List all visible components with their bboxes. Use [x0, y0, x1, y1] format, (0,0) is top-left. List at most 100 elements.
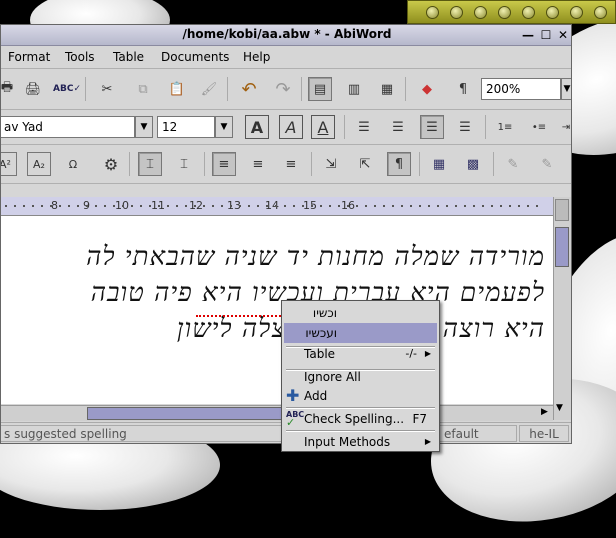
zoom-field[interactable]: 200% [481, 78, 561, 100]
player-rewind-button[interactable] [450, 6, 463, 19]
edit-footer-icon[interactable]: ✎ [535, 152, 559, 176]
menu-item-check-spelling[interactable]: ABC ✓ Check Spelling... F7 [284, 409, 437, 429]
columns-three-icon[interactable]: ▦ [375, 77, 399, 101]
redo-icon[interactable]: ↷ [271, 77, 295, 101]
align-left-icon[interactable]: ☰ [352, 115, 376, 139]
spellcheck-icon[interactable]: ABC✓ [53, 77, 81, 101]
menu-format[interactable]: Format [8, 50, 50, 64]
columns-icon[interactable]: ▥ [342, 77, 366, 101]
menu-documents[interactable]: Documents [161, 50, 229, 64]
show-formatting-icon[interactable]: ¶ [451, 77, 475, 101]
insert-symbol-icon[interactable]: Ω [61, 152, 85, 176]
ruler-tick [311, 205, 313, 207]
underline-icon[interactable]: A [311, 115, 335, 139]
ruler-tick [32, 205, 34, 207]
align-center-icon[interactable]: ☰ [386, 115, 410, 139]
horizontal-scrollbar[interactable]: ▶ [1, 405, 553, 421]
player-pause-button[interactable] [498, 6, 511, 19]
ruler-tick [320, 205, 322, 207]
font-name-field[interactable]: av Yad [1, 116, 135, 138]
ruler-tick [59, 205, 61, 207]
zoom-dropdown-icon[interactable]: ▼ [561, 78, 571, 100]
player-next-button[interactable] [570, 6, 583, 19]
normal-view-icon[interactable]: ▤ [308, 77, 332, 101]
ruler-tick [5, 205, 7, 207]
ruler-tick [149, 205, 151, 207]
ruler-tick [302, 205, 304, 207]
menu-item-ignore-all[interactable]: Ignore All [284, 367, 437, 387]
spelling-context-menu: וכשיו ועכשיו Table -/- ▶ Ignore All ✚ Ad… [281, 300, 440, 452]
undo-icon[interactable]: ↶ [237, 77, 261, 101]
player-forward-button[interactable] [546, 6, 559, 19]
align-right-icon[interactable]: ☰ [420, 115, 444, 139]
vertical-scroll-thumb[interactable] [555, 227, 569, 267]
vertical-scrollbar[interactable]: ▼ [553, 197, 571, 420]
bottom-margin-icon[interactable]: ⌶ [172, 152, 196, 176]
bullet-list-icon[interactable]: •≡ [527, 115, 551, 139]
ruler-tick [410, 205, 412, 207]
font-size-field[interactable]: 12 [157, 116, 215, 138]
bold-icon[interactable]: A [245, 115, 269, 139]
copy-icon[interactable]: ⧉ [131, 77, 155, 101]
double-spacing-icon[interactable]: ≡ [279, 152, 303, 176]
rtl-direction-icon[interactable]: ⇱ [353, 152, 377, 176]
ruler-tick [221, 205, 223, 207]
menu-tools[interactable]: Tools [65, 50, 95, 64]
horizontal-scroll-thumb[interactable] [87, 407, 287, 420]
ruler-tick [347, 205, 349, 207]
superscript-icon[interactable]: A² [1, 152, 17, 176]
extra-toolbar: A² A₂ Ω ⚙ ⌶ ⌶ ≡ ≡ ≡ ⇲ ⇱ ¶ ▦ ▩ ✎ ✎ [1, 145, 571, 184]
document-area[interactable]: מורידה שמלה מחנות יד שניה שהבאתי לה לפעמ… [1, 216, 553, 404]
menu-item-table[interactable]: Table -/- ▶ [284, 344, 437, 364]
indent-icon[interactable]: ⇥ [559, 115, 571, 139]
suggestion-item[interactable]: וכשיו [284, 303, 437, 323]
italic-icon[interactable]: A [279, 115, 303, 139]
justify-icon[interactable]: ☰ [453, 115, 477, 139]
plugin-gear-icon[interactable]: ⚙ [99, 152, 123, 176]
player-prev-button[interactable] [426, 6, 439, 19]
horizontal-ruler[interactable]: 8 9 10 11 12 13 14 15 16 [1, 197, 553, 216]
top-margin-icon[interactable]: ⌶ [138, 152, 162, 176]
subscript-icon[interactable]: A₂ [27, 152, 51, 176]
ruler-tick [194, 205, 196, 207]
menu-item-add[interactable]: ✚ Add [284, 386, 437, 406]
merge-cells-icon[interactable]: ▩ [461, 152, 485, 176]
menu-help[interactable]: Help [243, 50, 270, 64]
scroll-down-icon[interactable]: ▼ [556, 403, 563, 413]
onehalf-spacing-icon[interactable]: ≡ [246, 152, 270, 176]
font-name-dropdown-icon[interactable]: ▼ [135, 116, 153, 138]
print-preview-icon[interactable]: 🖨 [21, 77, 45, 101]
menu-item-input-methods[interactable]: Input Methods ▶ [284, 432, 437, 452]
title-bar[interactable]: /home/kobi/aa.abw * - AbiWord — ☐ ✕ [1, 25, 571, 46]
minimize-icon[interactable]: — [521, 28, 535, 42]
ruler-tick [239, 205, 241, 207]
insert-image-icon[interactable]: ◆ [415, 77, 439, 101]
ruler-tick [491, 205, 493, 207]
suggestion-item-highlighted[interactable]: ועכשיו [284, 323, 437, 343]
close-icon[interactable]: ✕ [556, 28, 570, 42]
print-icon[interactable]: 🖶 [1, 77, 19, 101]
menu-item-label: Input Methods [304, 435, 391, 449]
edit-header-icon[interactable]: ✎ [501, 152, 525, 176]
player-stop-button[interactable] [522, 6, 535, 19]
insert-table-icon[interactable]: ▦ [427, 152, 451, 176]
numbered-list-icon[interactable]: 1≡ [493, 115, 517, 139]
player-play-button[interactable] [474, 6, 487, 19]
maximize-icon[interactable]: ☐ [539, 28, 553, 42]
scroll-right-icon[interactable]: ▶ [541, 407, 548, 417]
ltr-direction-icon[interactable]: ⇲ [319, 152, 343, 176]
ruler-tick [374, 205, 376, 207]
cut-icon[interactable]: ✂ [95, 77, 119, 101]
scroll-up-icon[interactable] [555, 199, 569, 221]
single-spacing-icon[interactable]: ≡ [212, 152, 236, 176]
paste-icon[interactable]: 📋 [165, 77, 189, 101]
player-eject-button[interactable] [594, 6, 607, 19]
menu-table[interactable]: Table [113, 50, 144, 64]
dominant-rtl-icon[interactable]: ¶ [387, 152, 411, 176]
ruler-tick [419, 205, 421, 207]
font-size-dropdown-icon[interactable]: ▼ [215, 116, 233, 138]
ruler-tick [131, 205, 133, 207]
ruler-tick [338, 205, 340, 207]
format-painter-icon[interactable]: 🖌 [197, 77, 221, 101]
document-line[interactable]: מורידה שמלה מחנות יד שניה שהבאתי לה [86, 242, 545, 272]
